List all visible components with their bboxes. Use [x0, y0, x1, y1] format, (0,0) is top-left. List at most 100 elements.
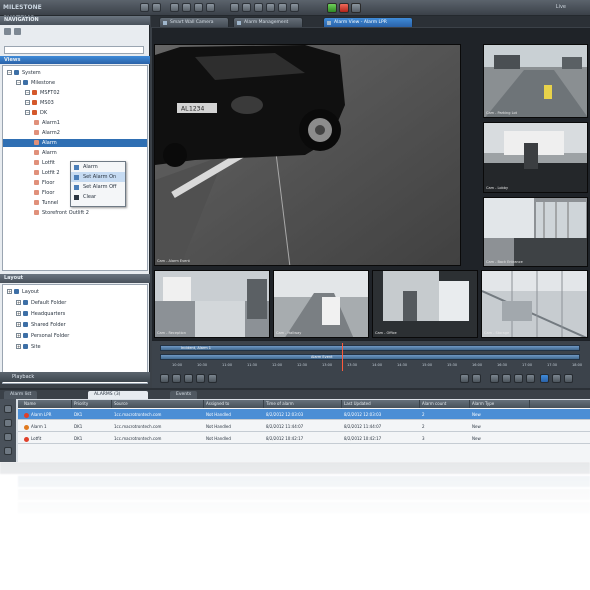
toolbar-button[interactable]: [290, 3, 299, 12]
pause-icon[interactable]: [184, 374, 193, 383]
tree-item[interactable]: Alarm: [3, 139, 147, 147]
expand-icon[interactable]: +: [7, 289, 12, 294]
back-icon[interactable]: [140, 3, 149, 12]
tree-item[interactable]: − Milestone: [3, 79, 147, 87]
column-header[interactable]: Source: [112, 400, 204, 408]
skip-back-icon[interactable]: [160, 374, 169, 383]
layout-item[interactable]: + Site: [3, 343, 147, 351]
live-icon[interactable]: [540, 374, 549, 383]
context-menu-item[interactable]: Set Alarm On: [71, 172, 125, 182]
tree-item[interactable]: Storefront Outlift 2: [3, 209, 147, 217]
search-input[interactable]: [4, 46, 144, 54]
tree-item[interactable]: Alarm: [3, 149, 147, 157]
toolbar-button[interactable]: [242, 3, 251, 12]
camera-view[interactable]: Cam - Back Entrance: [483, 197, 588, 267]
column-header[interactable]: Assigned to: [204, 400, 264, 408]
column-header[interactable]: Time of alarm: [264, 400, 342, 408]
tree-item[interactable]: − DK: [3, 109, 147, 117]
tree-item[interactable]: Alarm2: [3, 129, 147, 137]
expand-icon[interactable]: +: [16, 344, 21, 349]
toolbar-button[interactable]: [278, 3, 287, 12]
tree-item[interactable]: Alarm1: [3, 119, 147, 127]
camera-view[interactable]: Cam - Parking Lot: [483, 44, 588, 118]
tab-alarm-view[interactable]: Alarm View - Alarm LPR: [323, 17, 413, 27]
column-header[interactable]: Alarm count: [420, 400, 470, 408]
context-menu-item[interactable]: Clear: [71, 192, 125, 202]
context-menu-item[interactable]: Set Alarm Off: [71, 182, 125, 192]
play-icon[interactable]: [196, 374, 205, 383]
status-ok-icon[interactable]: [327, 3, 337, 13]
search-icon[interactable]: [526, 374, 535, 383]
tree-item[interactable]: − MSFT02: [3, 89, 147, 97]
expand-icon[interactable]: +: [16, 311, 21, 316]
zoom-in-icon[interactable]: [472, 374, 481, 383]
camera-caption: Cam - Storage: [484, 331, 510, 335]
toolbar-button[interactable]: [182, 3, 191, 12]
bookmark-icon[interactable]: [514, 374, 523, 383]
column-header[interactable]: Last Updated: [342, 400, 420, 408]
table-row[interactable]: Lotfit DK1 1cc.macrotrontech.com Not Handle…: [18, 433, 590, 444]
svg-text:AL 1234: AL 1234: [181, 106, 204, 113]
status-dot-icon: [24, 424, 29, 430]
tab-alarm-list[interactable]: Alarm list: [4, 391, 38, 399]
layout-item[interactable]: + Default Folder: [3, 299, 147, 307]
settings-icon[interactable]: [351, 3, 361, 13]
timeline-track[interactable]: Alarm Event: [160, 354, 580, 360]
collapse-icon[interactable]: −: [25, 100, 30, 105]
fullscreen-icon[interactable]: [552, 374, 561, 383]
tree-item[interactable]: − MS03: [3, 99, 147, 107]
expand-icon[interactable]: +: [16, 300, 21, 305]
playback-button[interactable]: Playback: [0, 372, 150, 382]
zoom-out-icon[interactable]: [460, 374, 469, 383]
forward-icon[interactable]: [152, 3, 161, 12]
edit-icon[interactable]: [14, 28, 21, 35]
camera-view-main[interactable]: AL 1234 Cam - Alarm Event: [154, 44, 461, 266]
layout-item[interactable]: + Layout: [3, 288, 147, 296]
toolbar-button[interactable]: [194, 3, 203, 12]
snapshot-icon[interactable]: [502, 374, 511, 383]
play-reverse-icon[interactable]: [172, 374, 181, 383]
expand-icon[interactable]: +: [16, 333, 21, 338]
column-header[interactable]: Priority: [72, 400, 112, 408]
alarm-icon[interactable]: [339, 3, 349, 13]
toolbar-button[interactable]: [230, 3, 239, 12]
tree-item[interactable]: − System: [3, 69, 147, 77]
layout-item[interactable]: + Personal Folder: [3, 332, 147, 340]
tab-alarms[interactable]: ALARMS (3): [88, 391, 148, 399]
add-icon[interactable]: [4, 28, 11, 35]
expand-icon[interactable]: +: [16, 322, 21, 327]
camera-view[interactable]: Cam - Office: [372, 270, 478, 338]
toolbar-button[interactable]: [206, 3, 215, 12]
tab-events[interactable]: Events: [170, 391, 198, 399]
export-icon[interactable]: [490, 374, 499, 383]
cell-text: DK1: [74, 436, 83, 441]
timeline-track[interactable]: Incident, Alarm 1: [160, 345, 580, 351]
column-header[interactable]: Alarm Type: [470, 400, 530, 408]
table-row[interactable]: Alarm 1 DK1 1cc.macrotrontech.com Not Handl…: [18, 421, 590, 432]
layout-item[interactable]: + Shared Folder: [3, 321, 147, 329]
context-menu-item[interactable]: Alarm: [71, 162, 125, 172]
edit-icon[interactable]: [4, 419, 12, 427]
collapse-icon[interactable]: −: [16, 80, 21, 85]
tab-smart-wall[interactable]: Smart Wall Camera: [159, 17, 229, 27]
tab-alarm-management[interactable]: Alarm Management: [233, 17, 303, 27]
column-header[interactable]: Name: [22, 400, 72, 408]
camera-view[interactable]: Cam - Hallway: [273, 270, 369, 338]
camera-view[interactable]: Cam - Lobby: [483, 122, 588, 193]
collapse-icon[interactable]: −: [25, 110, 30, 115]
collapse-icon[interactable]: −: [25, 90, 30, 95]
settings-icon[interactable]: [564, 374, 573, 383]
layout-item[interactable]: + Headquarters: [3, 310, 147, 318]
acknowledge-icon[interactable]: [4, 405, 12, 413]
camera-view[interactable]: Cam - Reception: [154, 270, 270, 338]
report-icon[interactable]: [4, 433, 12, 441]
camera-view[interactable]: Cam - Storage: [481, 270, 588, 338]
collapse-icon[interactable]: −: [7, 70, 12, 75]
filter-icon[interactable]: [4, 447, 12, 455]
toolbar-button[interactable]: [254, 3, 263, 12]
table-row[interactable]: Alarm LPR DK1 1cc.macrotrontech.com Not Han…: [18, 409, 590, 420]
toolbar-button[interactable]: [170, 3, 179, 12]
mode-label[interactable]: Live: [556, 4, 566, 10]
skip-forward-icon[interactable]: [208, 374, 217, 383]
toolbar-button[interactable]: [266, 3, 275, 12]
